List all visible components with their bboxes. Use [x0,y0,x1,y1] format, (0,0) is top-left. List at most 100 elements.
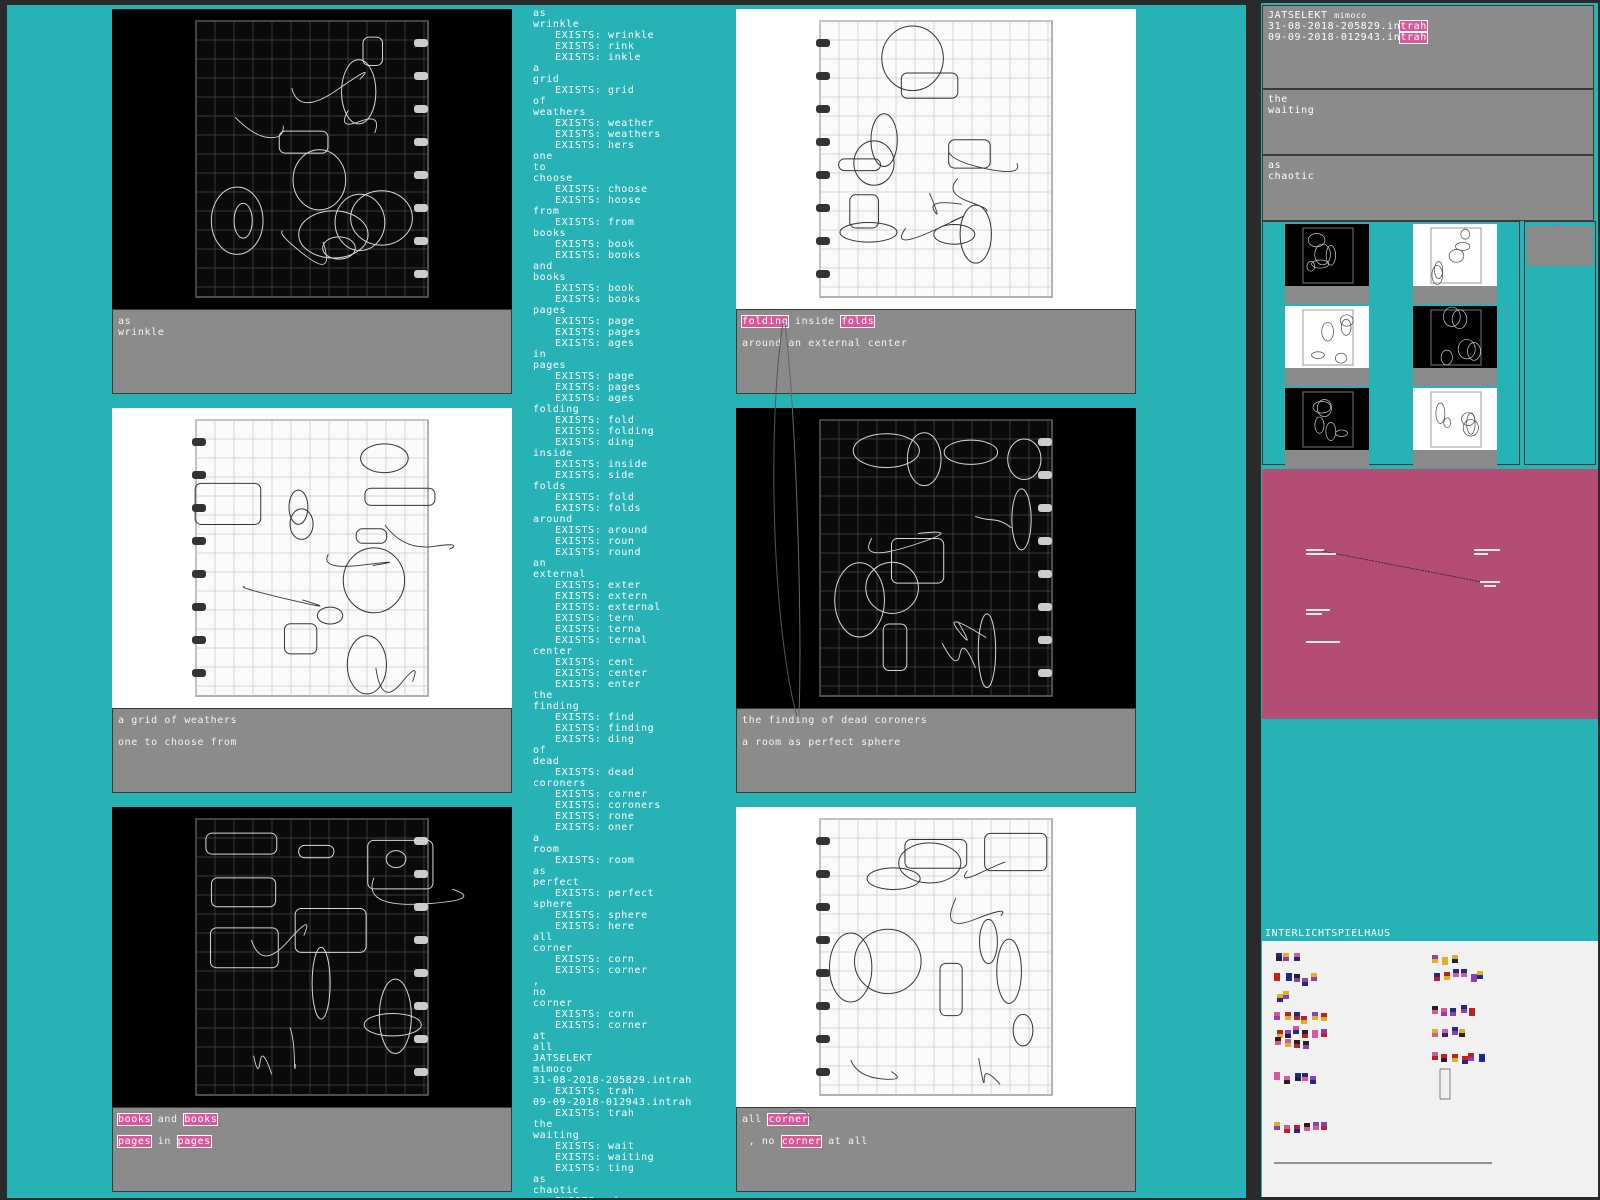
word-token: of [533,745,547,756]
word-analysis-list: as wrinkle EXISTS: wrinkle EXISTS: rink EXIS… [533,8,713,1198]
image-card-grid[interactable]: a grid of weathers one to choose from [112,408,512,793]
card-caption: all corner , no corner at all [736,1107,1136,1192]
thumbnail-1[interactable] [1285,224,1369,304]
word-match: EXISTS: sphere [555,910,648,921]
word-token: as [533,1174,547,1185]
word-match: EXISTS: pages [555,382,642,393]
caption-text: all [742,1114,769,1125]
word-token: books [533,272,567,283]
word-match: EXISTS: trah [555,1086,635,1097]
thumbnail-3[interactable] [1285,306,1369,386]
word-token: grid [533,74,560,85]
caption-text: a room as perfect sphere [742,737,901,748]
sketch-image [112,9,512,309]
word-match: EXISTS: room [555,855,635,866]
word-token: center [533,646,573,657]
image-card-books[interactable]: books and books pages in pages [112,807,512,1192]
word-match: EXISTS: corner [555,965,648,976]
word-match: EXISTS: rone [555,811,635,822]
thumbnail-6[interactable] [1413,388,1497,468]
word-match: EXISTS: external [555,602,661,613]
caption-highlight: corner [780,1135,823,1148]
word-match: EXISTS: wait [555,1141,635,1152]
caption-highlight: folding [740,315,790,328]
word-match: EXISTS: coroners [555,800,661,811]
caption-line: wrinkle [118,327,506,338]
caption-highlight: pages [176,1135,212,1148]
word-token: dead [533,756,560,767]
thumbnail-image [1285,388,1369,450]
app-title: JATSELEKT [1268,10,1328,21]
word-match: EXISTS: perfect [555,888,655,899]
caption-line: all corner [742,1113,1130,1126]
caption-line: as [118,316,506,327]
word-token: one [533,151,553,162]
word-token: no [533,987,547,998]
thumbnail-5[interactable] [1285,388,1369,468]
thumbnail-caption [1285,368,1369,386]
word-match: EXISTS: dead [555,767,635,778]
word-match: EXISTS: center [555,668,648,679]
word-token: JATSELEKT [533,1053,593,1064]
word-match: EXISTS: corner [555,1020,648,1031]
word-token: , [533,976,540,987]
word-match: EXISTS: enter [555,679,642,690]
word-token: books [533,228,567,239]
word-token: from [533,206,560,217]
word-token: external [533,569,586,580]
image-card-folding[interactable]: folding inside folds around an external c… [736,9,1136,394]
caption-text: and [151,1114,185,1125]
word-token: pages [533,305,567,316]
word-match: EXISTS: round [555,547,642,558]
caption-text: as [118,316,132,327]
file-entry-1[interactable]: 31-08-2018-205829.in [1268,21,1400,32]
word-match: EXISTS: roun [555,536,635,547]
card-caption: folding inside folds around an external c… [736,309,1136,394]
image-card-wrinkle[interactable]: as wrinkle [112,9,512,394]
caption-highlight: books [116,1113,153,1126]
caption-text: the finding of dead coroners [742,715,928,726]
sketch-image [736,9,1136,309]
caption-line: a room as perfect sphere [742,737,1130,748]
word-token: folding [533,404,580,415]
right-sidebar: JATSELEKT mimoco 31-08-2018-205829.intra… [1261,3,1598,1197]
word-match: EXISTS: cent [555,657,635,668]
caption-line: the finding of dead coroners [742,715,1130,726]
word-match: EXISTS: hoose [555,195,642,206]
word-match: EXISTS: fold [555,492,635,503]
thumbnail-2[interactable] [1413,224,1497,304]
word-token: pages [533,360,567,371]
sketch-image [112,408,512,708]
thumbnail-grid-secondary [1524,221,1596,465]
word-token: 31-08-2018-205829.intrah [533,1075,692,1086]
word-token: at [533,1031,547,1042]
word-token: in [533,349,547,360]
thumb-placeholder[interactable] [1527,226,1593,266]
word-token: weathers [533,107,586,118]
thumbnail-image [1285,306,1369,368]
caption-line: around an external center [742,338,1130,349]
image-card-finding[interactable]: the finding of dead coroners a room as pe… [736,408,1136,793]
thumbnail-image [1285,224,1369,286]
thumbnail-4[interactable] [1413,306,1497,386]
caption-text: inside [788,316,842,327]
word-match: EXISTS: finding [555,723,655,734]
caption-line: a grid of weathers [118,715,506,726]
card-caption: as wrinkle [112,309,512,394]
word-match: EXISTS: find [555,712,635,723]
word-match: EXISTS: folding [555,426,655,437]
caption-line: folding inside folds [740,315,1130,328]
word-token: and [533,261,553,272]
file-entry-2[interactable]: 09-09-2018-012943.in [1268,32,1400,43]
word-match: EXISTS: wrinkle [555,30,655,41]
word-token: 09-09-2018-012943.intrah [533,1097,692,1108]
word-token: a [533,833,540,844]
thumbnail-image [1413,306,1497,368]
file-entry-2-match: trah [1399,31,1428,44]
image-card-corner[interactable]: all corner , no corner at all [736,807,1136,1192]
word-match: EXISTS: ding [555,734,635,745]
main-canvas: as wrinkle folding inside folds around an … [7,5,1246,1198]
